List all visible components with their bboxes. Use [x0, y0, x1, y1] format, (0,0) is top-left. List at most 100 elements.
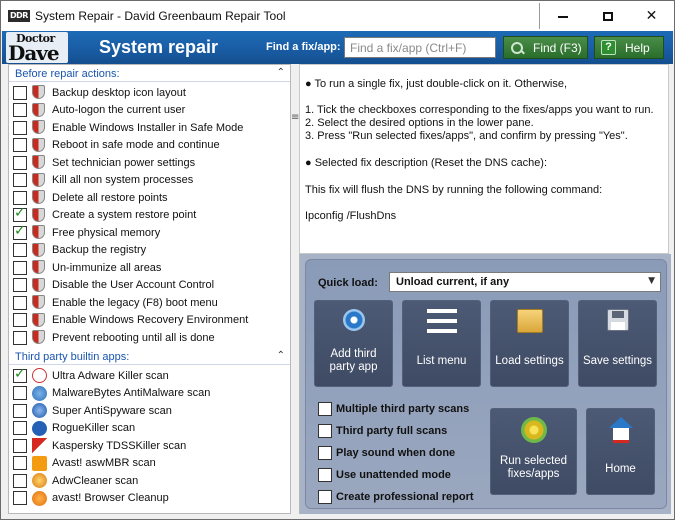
avast-browser-cleanup-icon: [32, 490, 47, 506]
list-item[interactable]: Free physical memory: [9, 223, 290, 241]
list-item[interactable]: Create a system restore point: [9, 205, 290, 224]
run-gear-icon: [520, 417, 547, 443]
fixes-list[interactable]: Before repair actions: ⌃ Backup desktop …: [8, 64, 291, 514]
search-input[interactable]: [344, 37, 496, 58]
list-item[interactable]: Kaspersky TDSSKiller scan: [9, 437, 290, 454]
add-third-party-app-button[interactable]: Add third party app: [314, 300, 393, 387]
maximize-button[interactable]: [585, 2, 630, 30]
checkbox[interactable]: [318, 446, 332, 460]
home-button[interactable]: Home: [586, 408, 655, 495]
list-item[interactable]: RogueKiller scan: [9, 420, 290, 437]
item-label: Avast! aswMBR scan: [52, 457, 156, 470]
section-header-before-repair[interactable]: Before repair actions: ⌃: [9, 66, 290, 82]
item-label: AdwCleaner scan: [52, 474, 139, 487]
section-header-third-party[interactable]: Third party builtin apps: ⌃: [9, 349, 290, 365]
checkbox[interactable]: [13, 260, 27, 275]
list-item[interactable]: Enable Windows Installer in Safe Mode: [9, 119, 290, 136]
checkbox[interactable]: [13, 103, 27, 118]
collapse-icon[interactable]: ⌃: [277, 350, 285, 361]
checkbox[interactable]: [13, 295, 27, 310]
list-item[interactable]: Backup the registry: [9, 242, 290, 259]
option-multiple-third-party-scans[interactable]: Multiple third party scans: [318, 402, 469, 416]
option-label: Play sound when done: [336, 447, 456, 459]
checkbox[interactable]: [13, 313, 27, 328]
checkbox-checked[interactable]: [13, 366, 27, 383]
checkbox[interactable]: [13, 120, 27, 135]
checkbox-checked[interactable]: [13, 223, 27, 240]
shield-icon: [32, 155, 47, 170]
shield-icon: [32, 102, 47, 118]
floppy-disk-icon: [606, 309, 629, 331]
checkbox[interactable]: [13, 243, 27, 258]
list-item[interactable]: MalwareBytes AntiMalware scan: [9, 385, 290, 402]
checkbox[interactable]: [13, 155, 27, 170]
load-settings-button[interactable]: Load settings: [490, 300, 569, 387]
option-play-sound-when-done[interactable]: Play sound when done: [318, 446, 455, 460]
collapse-icon[interactable]: ⌃: [277, 67, 285, 78]
list-item[interactable]: Auto-logon the current user: [9, 102, 290, 119]
list-item[interactable]: Disable the User Account Control: [9, 277, 290, 294]
item-label: Backup the registry: [52, 244, 147, 257]
checkbox[interactable]: [13, 173, 27, 188]
checkbox-checked[interactable]: [13, 205, 27, 223]
checkbox[interactable]: [13, 190, 27, 205]
list-item[interactable]: Ultra Adware Killer scan: [9, 366, 290, 384]
list-item[interactable]: AdwCleaner scan: [9, 472, 290, 489]
doctor-dave-logo: Doctor Dave: [6, 32, 68, 65]
list-item[interactable]: Avast! aswMBR scan: [9, 455, 290, 472]
chevron-down-icon: ▼: [648, 276, 655, 286]
quick-load-select[interactable]: Unload current, if any ▼: [389, 272, 661, 292]
option-third-party-full-scans[interactable]: Third party full scans: [318, 424, 447, 438]
list-item[interactable]: avast! Browser Cleanup: [9, 490, 290, 507]
list-item[interactable]: Super AntiSpyware scan: [9, 402, 290, 419]
checkbox[interactable]: [13, 138, 27, 153]
list-item[interactable]: Kill all non system processes: [9, 172, 290, 189]
find-label: Find a fix/app:: [266, 41, 341, 53]
run-selected-fixes-button[interactable]: Run selected fixes/apps: [490, 408, 577, 495]
list-item[interactable]: Prevent rebooting until all is done: [9, 329, 290, 346]
quick-load-value: Unload current, if any: [396, 276, 510, 288]
list-item[interactable]: Enable the legacy (F8) boot menu: [9, 294, 290, 311]
checkbox[interactable]: [13, 438, 27, 453]
maximize-icon: [602, 11, 613, 21]
roguekiller-icon: [32, 420, 47, 436]
option-use-unattended-mode[interactable]: Use unattended mode: [318, 468, 451, 482]
minimize-button[interactable]: [540, 2, 585, 30]
title-bar[interactable]: DDR System Repair - David Greenbaum Repa…: [1, 1, 674, 31]
save-settings-button[interactable]: Save settings: [578, 300, 657, 387]
checkbox[interactable]: [13, 85, 27, 100]
close-button[interactable]: ✕: [629, 2, 674, 30]
checkbox[interactable]: [318, 490, 332, 504]
splitter-grip[interactable]: ≡: [291, 64, 299, 514]
tile-label: Save settings: [582, 355, 653, 367]
list-item[interactable]: Delete all restore points: [9, 189, 290, 206]
shield-icon: [32, 172, 47, 188]
shield-icon: [32, 277, 47, 293]
help-button[interactable]: ? Help: [594, 36, 664, 59]
checkbox[interactable]: [13, 278, 27, 293]
list-item[interactable]: Backup desktop icon layout: [9, 84, 290, 101]
item-label: Backup desktop icon layout: [52, 86, 186, 99]
list-item[interactable]: Un-immunize all areas: [9, 259, 290, 276]
shield-icon: [32, 225, 47, 240]
checkbox[interactable]: [13, 473, 27, 488]
list-item[interactable]: Reboot in safe mode and continue: [9, 137, 290, 154]
list-menu-button[interactable]: List menu: [402, 300, 481, 387]
shield-icon: [32, 207, 47, 223]
close-icon: ✕: [645, 8, 658, 24]
find-button[interactable]: Find (F3): [503, 36, 588, 59]
checkbox[interactable]: [318, 424, 332, 438]
checkbox[interactable]: [13, 403, 27, 418]
checkbox[interactable]: [318, 402, 332, 416]
checkbox[interactable]: [13, 330, 27, 345]
list-item[interactable]: Set technician power settings: [9, 154, 290, 171]
checkbox[interactable]: [13, 456, 27, 471]
checkbox[interactable]: [13, 386, 27, 401]
list-item[interactable]: Enable Windows Recovery Environment: [9, 312, 290, 329]
item-label: Enable the legacy (F8) boot menu: [52, 296, 218, 309]
option-create-professional-report[interactable]: Create professional report: [318, 490, 474, 504]
checkbox[interactable]: [13, 421, 27, 436]
checkbox[interactable]: [13, 491, 27, 506]
checkbox[interactable]: [318, 468, 332, 482]
tile-label: Run selected fixes/apps: [499, 455, 568, 480]
